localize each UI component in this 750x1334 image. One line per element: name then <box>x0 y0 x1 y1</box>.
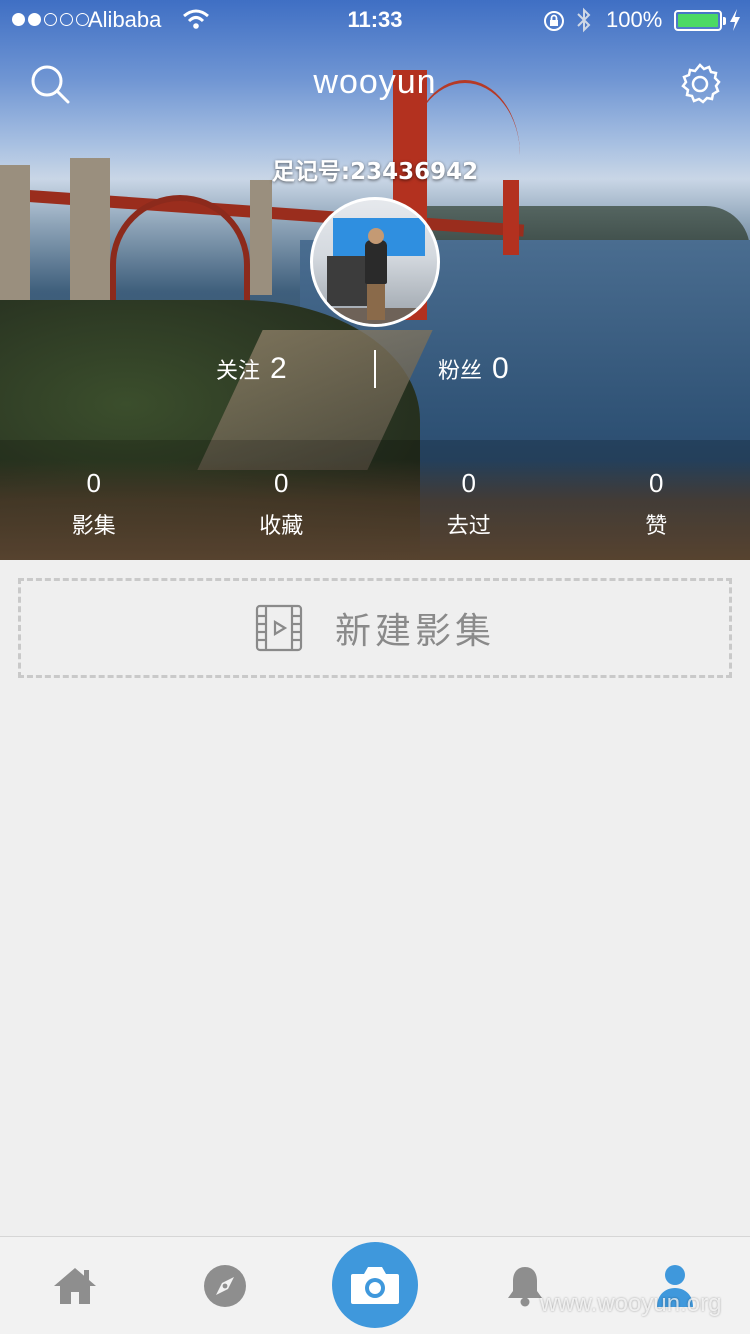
charging-icon <box>730 9 740 31</box>
camera-button[interactable] <box>332 1242 418 1328</box>
stat-likes[interactable]: 0 赞 <box>563 462 750 540</box>
gear-icon[interactable] <box>678 62 722 106</box>
stat-value: 0 <box>461 468 476 498</box>
compass-icon <box>204 1265 246 1307</box>
tab-home[interactable] <box>0 1237 150 1334</box>
tab-notifications[interactable] <box>450 1237 600 1334</box>
battery-icon <box>674 10 726 31</box>
tab-discover[interactable] <box>150 1237 300 1334</box>
status-bar: Alibaba 11:33 100% <box>0 0 750 40</box>
rotation-lock-icon <box>544 11 564 31</box>
cover-bridge-pillar <box>250 180 272 295</box>
bluetooth-icon <box>577 7 591 33</box>
new-album-label: 新建影集 <box>334 611 495 652</box>
new-album-button[interactable]: 新建影集 <box>18 578 732 678</box>
following-label: 关注 <box>216 359 261 384</box>
tab-profile[interactable] <box>600 1237 750 1334</box>
camera-icon <box>351 1267 399 1304</box>
avatar-photo-person-head <box>368 228 384 244</box>
avatar-photo-podium <box>327 256 367 306</box>
stat-visited[interactable]: 0 去过 <box>375 462 563 540</box>
cover-bridge-tower <box>503 180 519 255</box>
stat-label: 影集 <box>71 514 116 539</box>
follow-divider <box>374 350 376 388</box>
stat-value: 0 <box>86 468 101 498</box>
following-count: 2 <box>270 352 287 385</box>
stat-albums[interactable]: 0 影集 <box>0 462 188 540</box>
stat-value: 0 <box>274 468 289 498</box>
avatar-photo-person-body <box>365 240 387 284</box>
page-title: wooyun <box>313 63 437 101</box>
avatar-photo-person-legs <box>367 284 385 320</box>
stat-label: 收藏 <box>259 514 304 539</box>
bell-icon <box>508 1267 542 1307</box>
battery-percent: 100% <box>606 7 663 32</box>
stat-value: 0 <box>649 468 664 498</box>
fans-label: 粉丝 <box>438 359 483 384</box>
fans-count-button[interactable]: 粉丝 0 <box>438 352 509 386</box>
film-icon <box>255 604 303 652</box>
profile-stats: 0 影集 0 收藏 0 去过 0 赞 <box>0 462 750 540</box>
cover-bridge-pillar <box>0 165 30 305</box>
stat-label: 赞 <box>645 514 668 539</box>
user-id: 足记号:23436942 <box>271 159 479 185</box>
avatar[interactable] <box>310 197 440 327</box>
watermark: www.wooyun.org <box>540 1290 722 1317</box>
home-icon <box>54 1268 96 1304</box>
stat-favorites[interactable]: 0 收藏 <box>188 462 376 540</box>
following-count-button[interactable]: 关注 2 <box>216 352 287 386</box>
fans-count: 0 <box>492 352 509 385</box>
stat-label: 去过 <box>446 514 491 539</box>
